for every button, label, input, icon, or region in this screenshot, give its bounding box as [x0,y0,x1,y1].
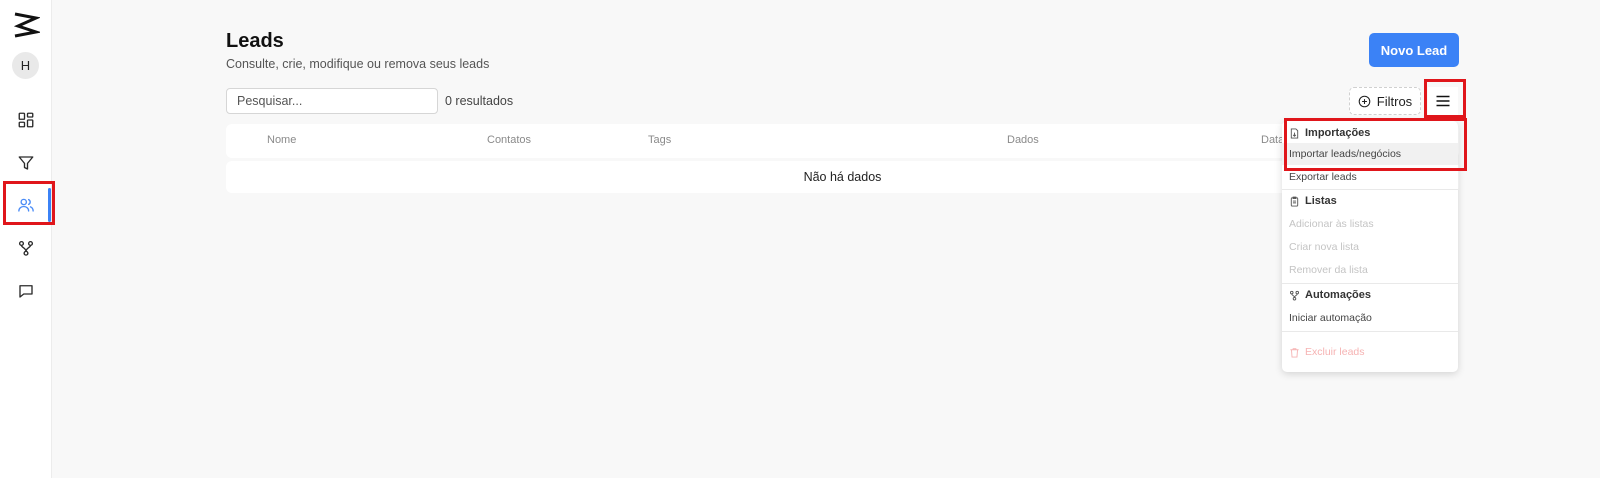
empty-state-text: Não há dados [803,170,882,184]
column-header-dados[interactable]: Dados [1007,134,1039,146]
filters-button[interactable]: Filtros [1349,87,1421,115]
chat-icon [19,285,33,298]
more-menu-button[interactable] [1428,87,1458,115]
page-subtitle: Consulte, crie, modifique ou remova seus… [226,57,490,71]
sidebar-item-automations[interactable] [14,236,38,260]
menu-item-exportar-leads[interactable]: Exportar leads [1282,166,1458,188]
workflow-icon [18,240,34,256]
clipboard-icon [1290,196,1299,207]
menu-divider [1282,283,1458,284]
menu-divider [1282,331,1458,332]
menu-group-label: Automações [1305,289,1372,301]
sidebar-item-leads[interactable] [14,193,38,217]
menu-item-criar-lista[interactable]: Criar nova lista [1282,236,1458,258]
workflow-icon [1290,290,1299,300]
column-header-data[interactable]: Data [1261,134,1284,146]
actions-dropdown: Importações Importar leads/negócios Expo… [1282,121,1458,372]
menu-group-label: Importações [1305,127,1371,139]
file-import-icon [1290,127,1299,139]
menu-item-label: Excluir leads [1305,346,1365,358]
menu-item-excluir-leads[interactable]: Excluir leads [1282,341,1458,363]
table-empty-row: Não há dados [226,161,1459,193]
menu-group-label: Listas [1305,195,1337,207]
sidebar-item-chat[interactable] [14,279,38,303]
column-header-tags[interactable]: Tags [648,134,671,146]
plus-circle-icon [1358,95,1371,107]
dashboard-icon [18,112,34,128]
users-icon [18,198,34,212]
sidebar-item-funnel[interactable] [14,151,38,175]
sidebar-item-dashboard[interactable] [14,108,38,132]
trash-icon [1290,347,1299,358]
active-indicator [48,188,51,222]
hamburger-icon [1436,95,1450,107]
avatar[interactable]: H [12,52,39,79]
column-header-contatos[interactable]: Contatos [487,134,531,146]
menu-item-adicionar-listas[interactable]: Adicionar às listas [1282,213,1458,235]
menu-item-remover-lista[interactable]: Remover da lista [1282,259,1458,281]
page-title: Leads [226,30,284,52]
menu-group-listas: Listas [1289,193,1337,209]
column-header-nome[interactable]: Nome [267,134,296,146]
menu-divider [1282,189,1458,190]
search-input[interactable] [226,88,438,114]
menu-item-importar-leads[interactable]: Importar leads/negócios [1282,143,1458,165]
menu-group-automacoes: Automações [1289,287,1371,303]
filters-label: Filtros [1376,93,1413,109]
results-count: 0 resultados [445,94,514,108]
menu-item-iniciar-automacao[interactable]: Iniciar automação [1282,307,1458,329]
funnel-icon [18,156,34,170]
app-logo-icon[interactable] [12,10,42,38]
sidebar: H [0,0,52,478]
menu-group-importacoes: Importações [1289,125,1370,141]
table-header: Nome Contatos Tags Dados Data [226,124,1459,158]
new-lead-button[interactable]: Novo Lead [1369,33,1459,67]
